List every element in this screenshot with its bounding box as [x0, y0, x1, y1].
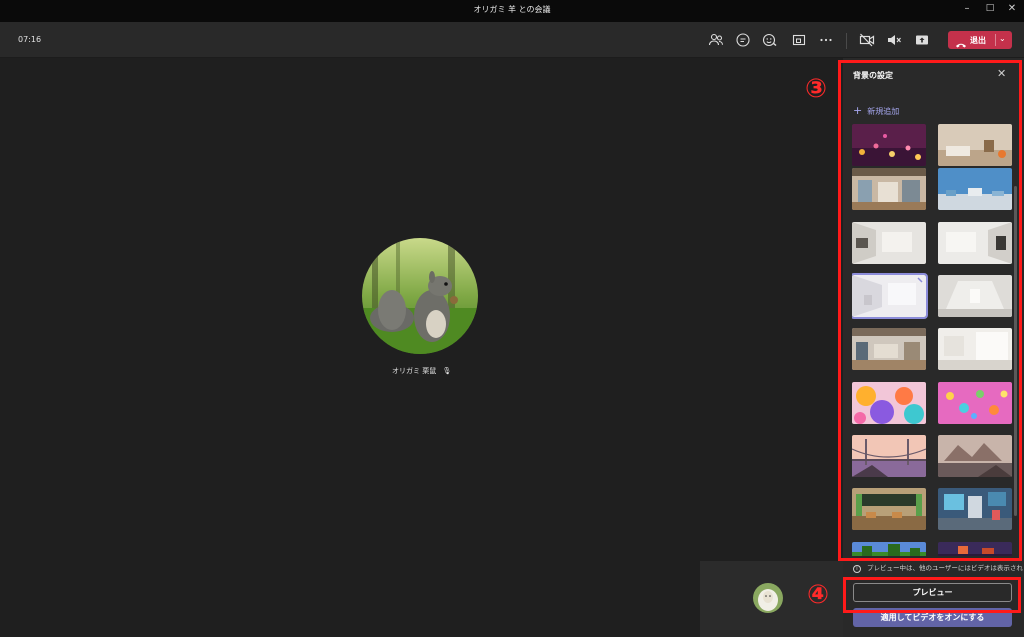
leave-button[interactable]: 退出 ⌄ [948, 31, 1012, 49]
annotation-box-4 [843, 577, 1021, 613]
share-tray-icon[interactable] [791, 32, 807, 48]
annotation-box-3 [838, 60, 1022, 561]
info-icon: i [853, 565, 861, 573]
meeting-stage: オリガミ 栗鼠 🎙︎ ③ ④ [0, 58, 843, 637]
more-icon[interactable] [818, 32, 834, 48]
minimize-icon[interactable]: – [960, 3, 974, 14]
reactions-icon[interactable] [762, 32, 778, 48]
chevron-down-icon[interactable]: ⌄ [999, 34, 1006, 43]
participant-name-row: オリガミ 栗鼠 🎙︎ [392, 366, 451, 376]
camera-off-icon[interactable] [859, 32, 875, 48]
self-avatar [753, 583, 783, 613]
preview-info: i プレビュー中は、他のユーザーにはビデオは表示されません。 [853, 562, 1024, 573]
annotation-badge-4: ④ [807, 580, 830, 610]
chat-icon[interactable] [735, 32, 751, 48]
preview-info-text: プレビュー中は、他のユーザーにはビデオは表示されません。 [867, 564, 1024, 572]
participant-avatar [362, 238, 478, 354]
leave-divider [995, 34, 996, 46]
maximize-icon[interactable]: □ [983, 3, 997, 13]
participant-name: オリガミ 栗鼠 [392, 367, 437, 375]
mic-muted-icon[interactable] [886, 32, 902, 48]
share-screen-icon[interactable] [914, 32, 930, 48]
people-icon[interactable] [708, 32, 724, 48]
toolbar-divider [846, 33, 847, 49]
close-icon[interactable]: ✕ [1005, 3, 1019, 14]
window-title: オリガミ 羊 との会議 [473, 5, 551, 14]
window-titlebar: オリガミ 羊 との会議 – □ ✕ [0, 0, 1024, 22]
mic-off-icon: 🎙︎ [442, 367, 452, 375]
meeting-toolbar: 07:16 退出 ⌄ [0, 22, 1024, 58]
leave-label: 退出 [970, 36, 986, 45]
meeting-timer: 07:16 [18, 35, 42, 44]
phone-hangup-icon [955, 35, 967, 48]
annotation-badge-3: ③ [805, 74, 828, 104]
